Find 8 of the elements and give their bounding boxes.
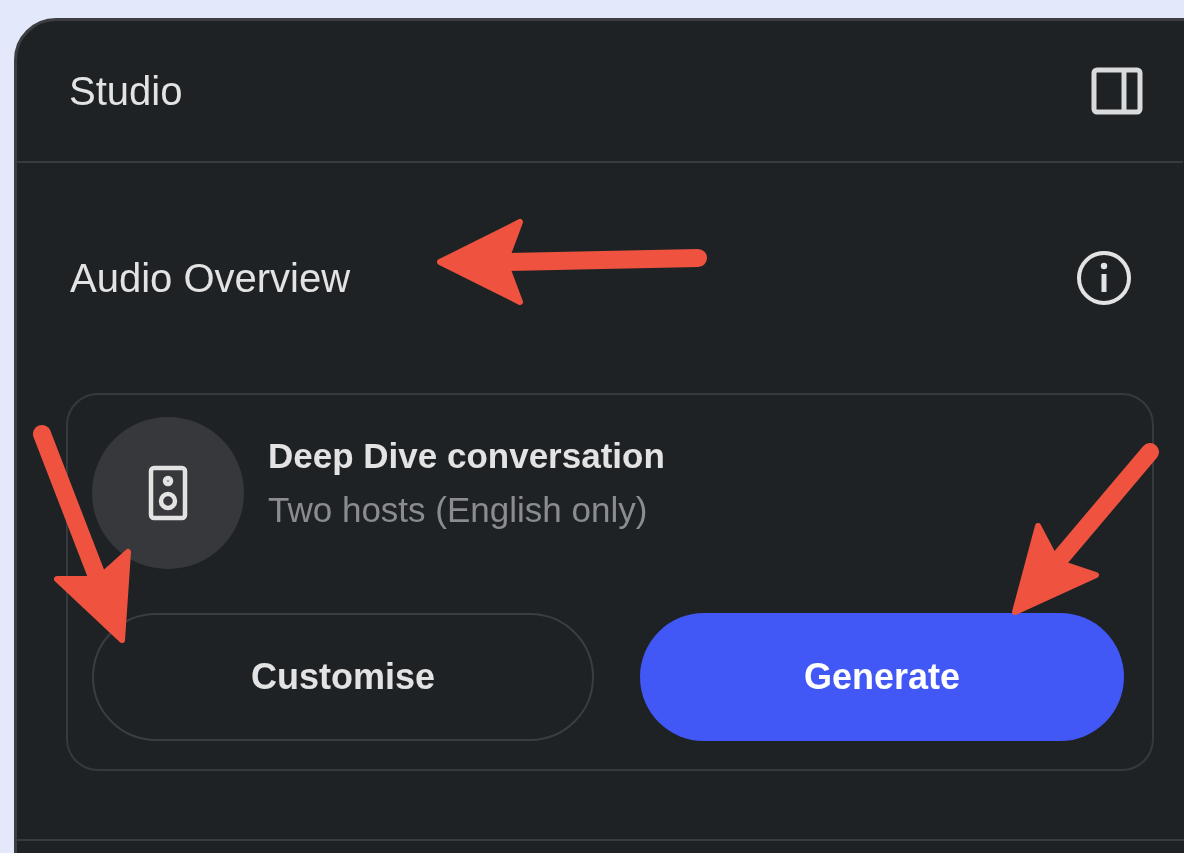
section-title: Audio Overview: [69, 255, 351, 301]
info-icon[interactable]: [1076, 250, 1132, 306]
customise-button[interactable]: Customise: [92, 613, 594, 741]
side-panel-icon[interactable]: [1091, 67, 1143, 115]
panel-title: Studio: [69, 68, 183, 114]
generate-button[interactable]: Generate: [640, 613, 1124, 741]
card-title: Deep Dive conversation: [268, 436, 665, 476]
card-subtitle: Two hosts (English only): [268, 490, 649, 530]
